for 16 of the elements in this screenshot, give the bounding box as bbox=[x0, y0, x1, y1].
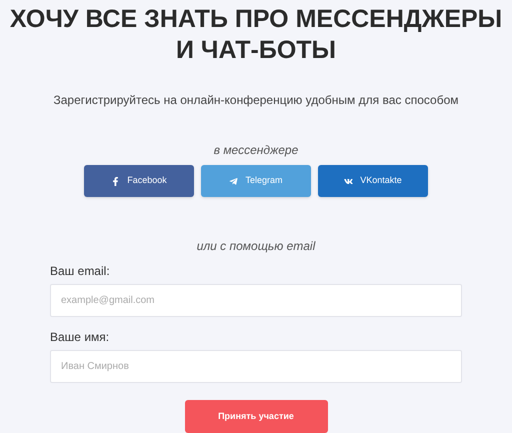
messenger-button[interactable]: Telegram bbox=[201, 165, 311, 197]
field-label: Ваше имя: bbox=[50, 329, 110, 345]
messenger-button[interactable]: Facebook bbox=[84, 165, 194, 197]
subtitle: Зарегистрируйтесь на онлайн-конференцию удобным для вас способом bbox=[54, 92, 458, 109]
email-caption: или с помощью email bbox=[196, 238, 316, 255]
field-label: Ваш email: bbox=[50, 263, 111, 279]
messenger-caption: в мессенджере bbox=[214, 142, 298, 159]
letter-f-icon bbox=[111, 176, 120, 186]
page-title: И ЧАТ-БОТЫ bbox=[176, 35, 336, 66]
submit-button[interactable]: Принять участие bbox=[184, 400, 328, 433]
paper-plane-icon bbox=[229, 176, 238, 186]
messenger-button[interactable]: VKontakte bbox=[318, 165, 428, 197]
page-title: ХОЧУ ВСЕ ЗНАТЬ ПРО МЕССЕНДЖЕРЫ bbox=[10, 4, 502, 35]
input-field[interactable]: example@gmail.com bbox=[50, 284, 462, 317]
vk-icon bbox=[344, 176, 354, 186]
input-field[interactable]: Иван Смирнов bbox=[50, 350, 462, 383]
